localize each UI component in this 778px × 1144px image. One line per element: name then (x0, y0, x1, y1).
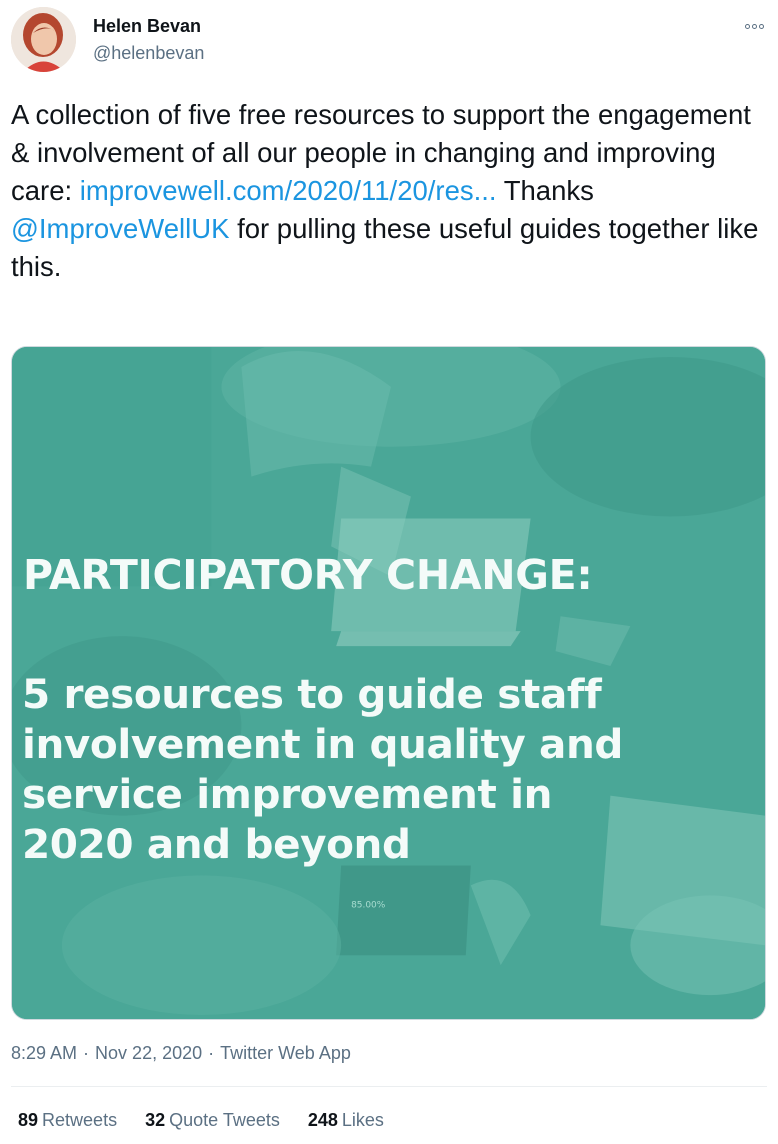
tweet-time[interactable]: 8:29 AM (11, 1043, 77, 1063)
tweet-text-part2: Thanks (496, 175, 594, 206)
screen-text: 85.00% (351, 900, 386, 910)
media-headline: PARTICIPATORY CHANGE: (23, 551, 593, 599)
retweets-stat[interactable]: 89 Retweets (18, 1110, 117, 1131)
media-subtitle-line: 5 resources to guide staff (22, 670, 602, 718)
quote-tweets-count: 32 (145, 1110, 166, 1130)
media-subtitle-line: involvement in quality and (22, 720, 623, 768)
likes-label: Likes (341, 1110, 384, 1130)
meta-separator: · (83, 1043, 90, 1063)
retweets-count: 89 (18, 1110, 39, 1130)
likes-count: 248 (307, 1110, 338, 1130)
tweet-link[interactable]: improvewell.com/2020/11/20/res... (80, 175, 497, 206)
tweet-meta: 8:29 AM · Nov 22, 2020 · Twitter Web App (11, 1043, 351, 1064)
media-subtitle-line: service improvement in (22, 770, 553, 818)
tweet-date[interactable]: Nov 22, 2020 (95, 1043, 202, 1063)
meta-separator: · (208, 1043, 215, 1063)
quote-tweets-stat[interactable]: 32 Quote Tweets (145, 1110, 280, 1131)
likes-stat[interactable]: 248 Likes (308, 1110, 384, 1131)
tweet-text: A collection of five free resources to s… (11, 96, 766, 286)
avatar[interactable] (11, 7, 76, 72)
divider (11, 1086, 767, 1087)
media-subtitle-line: 2020 and beyond (22, 820, 411, 868)
tweet-mention[interactable]: @ImproveWellUK (11, 213, 229, 244)
author-handle[interactable]: @helenbevan (93, 43, 204, 64)
tweet-stats: 89 Retweets 32 Quote Tweets 248 Likes (18, 1110, 384, 1131)
author-name[interactable]: Helen Bevan (93, 16, 201, 37)
more-options-icon[interactable] (740, 16, 768, 36)
tweet-source[interactable]: Twitter Web App (220, 1043, 351, 1063)
tweet-media-image[interactable]: 85.00% PARTICIPATORY CHANGE: 5 resources… (11, 346, 766, 1020)
avatar-photo (11, 7, 76, 72)
retweets-label: Retweets (42, 1110, 118, 1130)
quote-tweets-label: Quote Tweets (169, 1110, 280, 1130)
media-subtitle: 5 resources to guide staff involvement i… (22, 669, 762, 869)
